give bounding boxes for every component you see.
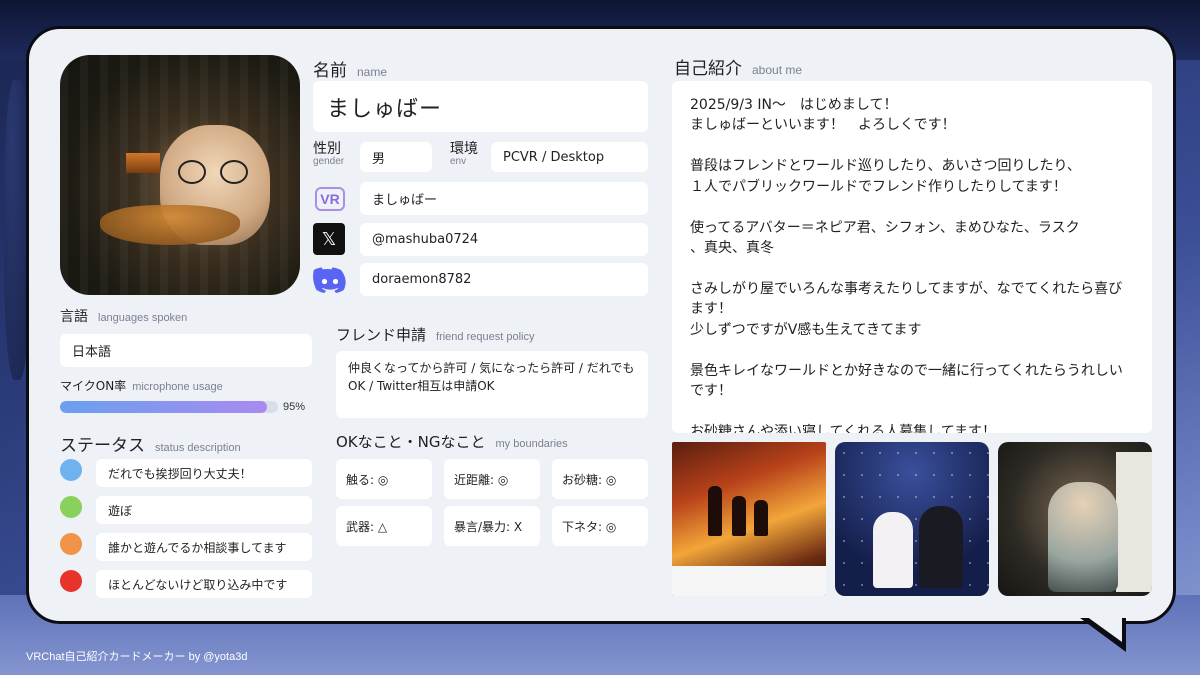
boundary-item: 暴言/暴力: X <box>444 506 540 546</box>
mic-heading: マイクON率 microphone usage <box>60 379 223 393</box>
languages-heading: 言語 languages spoken <box>60 309 188 325</box>
status-dot-blue <box>60 459 82 481</box>
avatar-photo <box>60 55 300 295</box>
vrchat-icon: VR <box>313 182 347 216</box>
x-handle-field: @mashuba0724 <box>360 223 648 256</box>
mic-usage-bar <box>60 401 278 413</box>
discord-icon <box>313 263 347 297</box>
friend-request-policy: 仲良くなってから許可 / 気になったら許可 / だれでもOK / Twitter… <box>336 351 648 418</box>
name-heading: 名前 name <box>313 61 388 81</box>
discord-username-field: doraemon8782 <box>360 263 648 296</box>
about-me-text: 2025/9/3 IN〜 はじめまして！ ましゅばーといいます！ よろしくです！… <box>672 81 1152 433</box>
vrchat-username-field: ましゅばー <box>360 182 648 215</box>
boundary-item: 触る: ◎ <box>336 459 432 499</box>
status-heading: ステータス status description <box>60 436 241 456</box>
status-item: だれでも挨拶回り大丈夫！ <box>96 459 312 487</box>
mic-usage-fill <box>60 401 268 413</box>
boundary-item: お砂糖: ◎ <box>552 459 648 499</box>
languages-field: 日本語 <box>60 334 312 367</box>
boundary-item: 近距離: ◎ <box>444 459 540 499</box>
status-dot-green <box>60 496 82 518</box>
gallery-photo <box>998 442 1152 596</box>
x-icon: 𝕏 <box>313 223 345 255</box>
boundaries-heading: OKなこと・NGなこと my boundaries <box>336 433 568 451</box>
gender-label: 性別 gender <box>313 141 345 167</box>
gallery-photo <box>835 442 989 596</box>
gender-field: 男 <box>360 142 432 172</box>
status-item: ほとんどないけど取り込み中です <box>96 570 312 598</box>
status-dot-orange <box>60 533 82 555</box>
friend-request-heading: フレンド申請 friend request policy <box>336 326 535 344</box>
name-field: ましゅばー <box>313 81 648 132</box>
mic-usage-value: 95% <box>283 401 306 413</box>
status-item: 遊ぼ <box>96 496 312 524</box>
status-dot-red <box>60 570 82 592</box>
status-item: 誰かと遊んでるか相談事してます <box>96 533 312 561</box>
env-label: 環境 env <box>450 141 478 167</box>
boundary-item: 下ネタ: ◎ <box>552 506 648 546</box>
gallery-photo <box>672 442 826 596</box>
boundary-item: 武器: △ <box>336 506 432 546</box>
credit-text: VRChat自己紹介カードメーカー by @yota3d <box>26 651 248 663</box>
env-field: PCVR / Desktop <box>491 142 648 172</box>
about-heading: 自己紹介 about me <box>674 59 803 79</box>
